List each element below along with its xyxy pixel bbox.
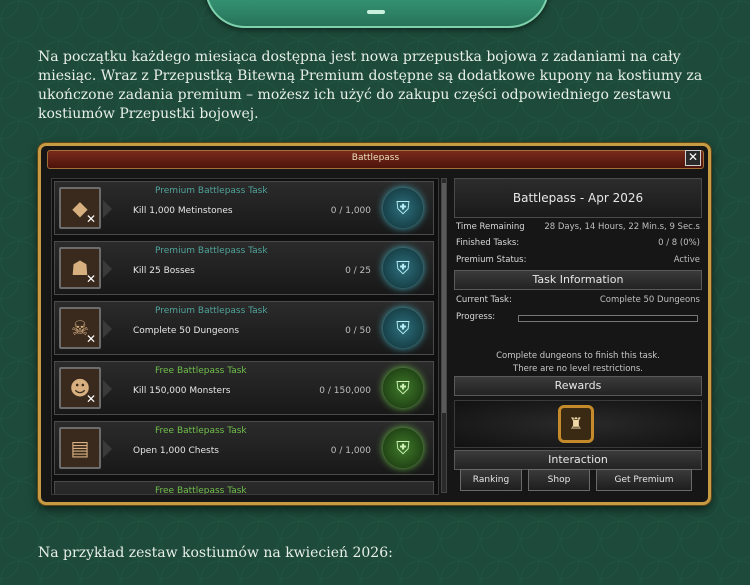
header-banner <box>205 0 549 28</box>
dungeon-icon: ☠ ✕ <box>59 307 101 349</box>
premium-helmet-icon: ⛨ <box>383 188 423 228</box>
progress-row: Progress: <box>456 312 700 326</box>
arrow-icon <box>103 320 112 338</box>
rewards-box: ♜ <box>454 400 702 448</box>
shop-button[interactable]: Shop <box>528 469 590 491</box>
premium-status-row: Premium Status: Active <box>456 255 700 269</box>
task-progress: 0 / 1,000 <box>330 446 371 456</box>
task-type: Free Battlepass Task <box>155 366 247 376</box>
get-premium-button[interactable]: Get Premium <box>596 469 692 491</box>
task-name: Open 1,000 Chests <box>133 446 219 456</box>
task-row[interactable]: ☗ ✕ Premium Battlepass Task Kill 25 Bosse… <box>54 241 434 295</box>
task-type: Premium Battlepass Task <box>155 246 268 256</box>
window-titlebar[interactable]: Battlepass <box>47 150 704 169</box>
task-type: Free Battlepass Task <box>155 426 247 436</box>
task-type: Free Battlepass Task <box>155 486 247 495</box>
task-type: Premium Battlepass Task <box>155 186 268 196</box>
current-task-row: Current Task: Complete 50 Dungeons <box>456 295 700 309</box>
boss-icon: ☗ ✕ <box>59 247 101 289</box>
task-name: Kill 25 Bosses <box>133 266 195 276</box>
task-type: Premium Battlepass Task <box>155 306 268 316</box>
window-title: Battlepass <box>351 153 400 163</box>
intro-paragraph: Na początku każdego miesiąca dostępna je… <box>38 49 703 122</box>
current-task-label: Current Task: <box>456 295 512 305</box>
scrollbar-thumb[interactable] <box>442 183 446 413</box>
arrow-icon <box>103 380 112 398</box>
task-description: Complete dungeons to finish this task. T… <box>454 350 702 376</box>
metinstone-icon: ◆ ✕ <box>59 187 101 229</box>
ranking-button[interactable]: Ranking <box>460 469 522 491</box>
arrow-icon <box>103 260 112 278</box>
task-row[interactable]: ☻ ✕ Free Battlepass Task Kill 150,000 Mon… <box>54 361 434 415</box>
chest-icon: ▤ <box>59 427 101 469</box>
task-row[interactable]: ▤ Free Battlepass Task Open 1,000 Chests… <box>54 421 434 475</box>
task-list-scrollbar[interactable] <box>441 178 447 493</box>
task-progress: 0 / 150,000 <box>319 386 371 396</box>
time-remaining-row: Time Remaining 28 Days, 14 Hours, 22 Min… <box>456 222 700 236</box>
monster-icon: ☻ ✕ <box>59 367 101 409</box>
example-caption: Na przykład zestaw kostiumów na kwiecień… <box>38 545 393 561</box>
close-button[interactable]: ✕ <box>685 150 701 166</box>
time-remaining-value: 28 Days, 14 Hours, 22 Min.s, 9 Sec.s <box>544 222 700 232</box>
task-progress: 0 / 50 <box>345 326 371 336</box>
time-remaining-label: Time Remaining <box>456 222 525 232</box>
task-row[interactable]: ☠ ✕ Premium Battlepass Task Complete 50 D… <box>54 301 434 355</box>
finished-tasks-label: Finished Tasks: <box>456 238 520 248</box>
premium-helmet-icon: ⛨ <box>383 308 423 348</box>
battlepass-window: Battlepass ✕ ◆ ✕ Premium Battlepass Task … <box>38 143 711 505</box>
task-progress: 0 / 25 <box>345 266 371 276</box>
task-name: Kill 150,000 Monsters <box>133 386 231 396</box>
progress-label: Progress: <box>456 312 496 322</box>
free-helmet-icon: ⛨ <box>383 368 423 408</box>
costume-coupon-icon[interactable]: ♜ <box>558 405 594 443</box>
task-progress: 0 / 1,000 <box>330 206 371 216</box>
rewards-header: Rewards <box>454 376 702 396</box>
task-list: ◆ ✕ Premium Battlepass Task Kill 1,000 Me… <box>51 178 439 495</box>
task-description-line: There are no level restrictions. <box>513 364 643 374</box>
task-progress-bar <box>518 315 698 322</box>
finished-tasks-row: Finished Tasks: 0 / 8 (0%) <box>456 238 700 252</box>
current-task-value: Complete 50 Dungeons <box>599 295 700 305</box>
task-description-line: Complete dungeons to finish this task. <box>496 351 660 361</box>
premium-status-value: Active <box>673 255 700 265</box>
battlepass-info-panel: Battlepass - Apr 2026 Time Remaining 28 … <box>454 178 702 493</box>
premium-status-label: Premium Status: <box>456 255 527 265</box>
task-row[interactable]: ◆ ✕ Premium Battlepass Task Kill 1,000 Me… <box>54 181 434 235</box>
battlepass-title: Battlepass - Apr 2026 <box>454 178 702 218</box>
premium-helmet-icon: ⛨ <box>383 248 423 288</box>
task-name: Complete 50 Dungeons <box>133 326 240 336</box>
arrow-icon <box>103 200 112 218</box>
interaction-header: Interaction <box>454 450 702 470</box>
free-helmet-icon: ⛨ <box>383 428 423 468</box>
finished-tasks-value: 0 / 8 (0%) <box>658 238 700 248</box>
task-row[interactable]: Free Battlepass Task <box>54 481 434 495</box>
task-information-header: Task Information <box>454 270 702 290</box>
task-name: Kill 1,000 Metinstones <box>133 206 233 216</box>
arrow-icon <box>103 440 112 458</box>
